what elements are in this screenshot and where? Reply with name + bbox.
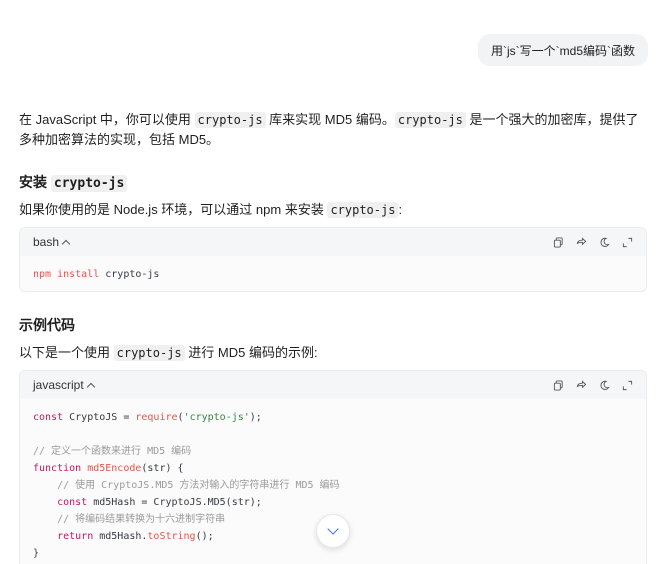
install-description: 如果你使用的是 Node.js 环境，可以通过 npm 来安装 crypto-j… bbox=[19, 202, 403, 218]
code-block-install: bash npm install crypto-js bbox=[19, 227, 647, 292]
inline-code: crypto-js bbox=[50, 175, 128, 192]
code-block-tools bbox=[552, 379, 633, 391]
scroll-down-icon bbox=[327, 523, 339, 535]
section-heading-install: 安装 crypto-js bbox=[19, 172, 128, 194]
code-block-header: bash bbox=[20, 228, 646, 256]
share-icon[interactable] bbox=[575, 236, 587, 248]
inline-code: crypto-js bbox=[327, 202, 399, 218]
intro-paragraph: 在 JavaScript 中，你可以使用 crypto-js 库来实现 MD5 … bbox=[19, 112, 639, 147]
inline-code: crypto-js bbox=[113, 345, 185, 361]
copy-icon[interactable] bbox=[552, 236, 564, 248]
code-content[interactable]: npm install crypto-js bbox=[20, 256, 646, 291]
share-icon[interactable] bbox=[575, 379, 587, 391]
theme-icon[interactable] bbox=[598, 236, 610, 248]
section-heading-example: 示例代码 bbox=[19, 317, 75, 333]
code-language-label: bash bbox=[33, 235, 60, 249]
copy-icon[interactable] bbox=[552, 379, 564, 391]
expand-icon[interactable] bbox=[621, 379, 633, 391]
chevron-up-icon bbox=[61, 239, 71, 248]
expand-icon[interactable] bbox=[621, 236, 633, 248]
code-language-toggle[interactable]: javascript bbox=[33, 378, 95, 392]
theme-icon[interactable] bbox=[598, 379, 610, 391]
scroll-down-button[interactable] bbox=[316, 514, 350, 548]
inline-code: crypto-js bbox=[394, 112, 466, 128]
example-description: 以下是一个使用 crypto-js 进行 MD5 编码的示例: bbox=[19, 345, 318, 361]
code-language-toggle[interactable]: bash bbox=[33, 235, 71, 249]
user-message-bubble: 用`js`写一个`md5编码`函数 bbox=[478, 34, 648, 66]
inline-code: crypto-js bbox=[194, 112, 266, 128]
user-message-text: 用`js`写一个`md5编码`函数 bbox=[491, 43, 635, 58]
chevron-up-icon bbox=[86, 382, 95, 391]
code-block-header: javascript bbox=[20, 371, 646, 399]
code-language-label: javascript bbox=[33, 378, 84, 392]
code-block-tools bbox=[552, 236, 633, 248]
